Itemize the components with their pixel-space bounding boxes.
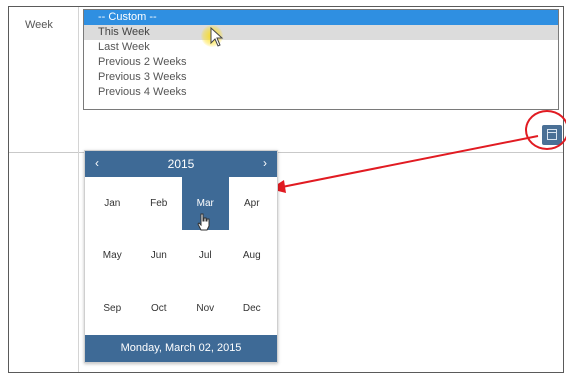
week-label: Week xyxy=(25,19,53,31)
week-option[interactable]: Last Week xyxy=(84,40,558,55)
label-column-divider xyxy=(78,7,79,372)
mouse-pointer-icon xyxy=(210,27,224,47)
week-option[interactable]: This Week xyxy=(84,25,558,40)
month-cell[interactable]: Jun xyxy=(136,230,183,283)
month-cell[interactable]: Dec xyxy=(229,282,276,335)
month-picker: ‹ 2015 › Jan Feb Mar Apr May Jun Jul Aug… xyxy=(84,150,278,363)
week-option[interactable]: Previous 4 Weeks xyxy=(84,85,558,100)
month-cell[interactable]: Jul xyxy=(182,230,229,283)
week-option[interactable]: -- Custom -- xyxy=(84,10,558,25)
picker-today-footer[interactable]: Monday, March 02, 2015 xyxy=(85,335,277,362)
month-cell[interactable]: Apr xyxy=(229,177,276,230)
month-cell[interactable]: Jan xyxy=(89,177,136,230)
next-year-button[interactable]: › xyxy=(256,156,274,170)
month-cell[interactable]: Aug xyxy=(229,230,276,283)
week-select-listbox[interactable]: -- Custom -- This Week Last Week Previou… xyxy=(83,9,559,110)
month-cell[interactable]: Feb xyxy=(136,177,183,230)
month-cell[interactable]: May xyxy=(89,230,136,283)
month-cell[interactable]: Nov xyxy=(182,282,229,335)
month-grid: Jan Feb Mar Apr May Jun Jul Aug Sep Oct … xyxy=(89,177,275,335)
month-cell[interactable]: Oct xyxy=(136,282,183,335)
picker-year[interactable]: 2015 xyxy=(85,157,277,171)
week-option[interactable]: Previous 3 Weeks xyxy=(84,70,558,85)
annotation-circle xyxy=(525,110,566,150)
hand-pointer-icon xyxy=(197,213,210,231)
picker-header: ‹ 2015 › xyxy=(85,151,277,177)
month-cell[interactable]: Sep xyxy=(89,282,136,335)
week-option[interactable]: Previous 2 Weeks xyxy=(84,55,558,70)
